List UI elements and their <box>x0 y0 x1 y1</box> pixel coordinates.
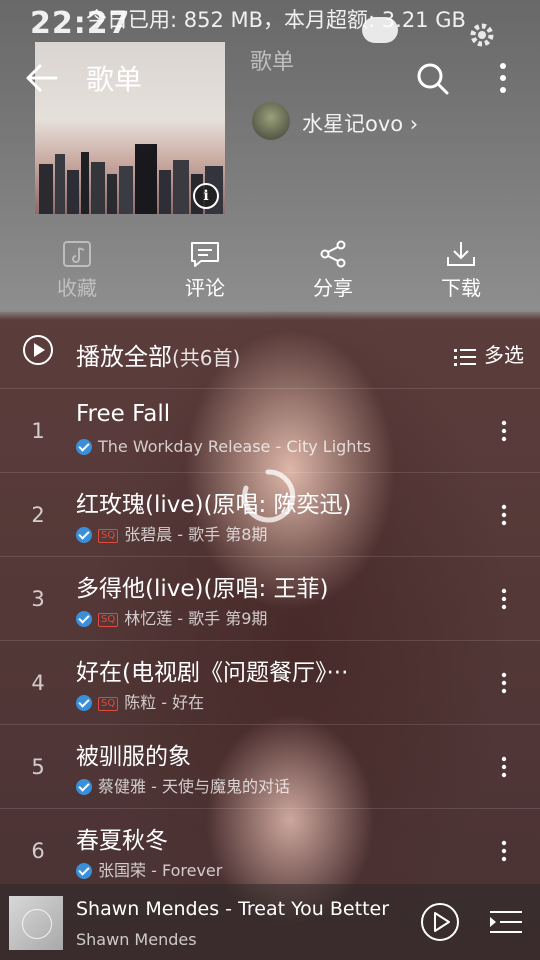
now-playing-title[interactable]: Shawn Mendes - Treat You Better <box>76 898 389 920</box>
downloaded-check-icon <box>76 611 92 627</box>
song-row-6[interactable]: 6 春夏秋冬 张国荣 - Forever <box>0 808 540 892</box>
song-more-icon[interactable] <box>494 755 514 779</box>
play-all-text: 播放全部 <box>76 343 172 371</box>
multi-select-label: 多选 <box>484 343 524 367</box>
song-artist-album: The Workday Release - City Lights <box>98 437 372 456</box>
comment-label: 评论 <box>185 276 225 300</box>
song-artist-album: 林忆莲 - 歌手 第9期 <box>124 609 268 628</box>
song-number: 5 <box>31 755 45 779</box>
more-vertical-icon[interactable] <box>488 60 518 96</box>
share-label: 分享 <box>313 276 353 300</box>
app-bar: 歌单 <box>0 48 540 108</box>
song-more-icon[interactable] <box>494 587 514 611</box>
sq-badge: SQ <box>98 697 119 711</box>
song-list: 1 Free Fall The Workday Release - City L… <box>0 388 540 892</box>
page-title: 歌单 <box>86 63 143 96</box>
song-more-icon[interactable] <box>494 671 514 695</box>
song-artist-album: 张碧晨 - 歌手 第8期 <box>124 525 268 544</box>
song-subtitle: SQ 陈粒 - 好在 <box>76 689 204 713</box>
collect-label: 收藏 <box>57 276 97 300</box>
song-artist-album: 陈粒 - 好在 <box>124 693 205 712</box>
song-title: Free Fall <box>76 401 171 427</box>
loading-spinner-icon <box>242 469 296 523</box>
download-label: 下载 <box>441 276 481 300</box>
info-icon[interactable]: i <box>193 183 219 209</box>
play-button-icon[interactable] <box>420 902 460 942</box>
collect-button[interactable]: 收藏 <box>32 240 122 301</box>
download-button[interactable]: 下载 <box>416 240 506 301</box>
data-usage-text: 今日已用: 852 MB，本月超额: 3.21 GB <box>86 8 466 32</box>
mini-player[interactable]: Shawn Mendes - Treat You Better Shawn Me… <box>0 884 540 960</box>
song-number: 2 <box>31 503 45 527</box>
downloaded-check-icon <box>76 863 92 879</box>
share-button[interactable]: 分享 <box>288 240 378 301</box>
sq-badge: SQ <box>98 613 119 627</box>
sq-badge: SQ <box>98 529 119 543</box>
playlist-queue-icon[interactable] <box>488 906 524 938</box>
comment-icon <box>191 242 219 267</box>
song-number: 4 <box>31 671 45 695</box>
play-all-row[interactable]: 播放全部(共6首) 多选 <box>0 325 540 385</box>
song-title: 春夏秋冬 <box>76 828 168 854</box>
share-icon <box>320 240 346 268</box>
notification-icon <box>362 17 398 43</box>
comment-button[interactable]: 评论 <box>160 240 250 301</box>
download-icon <box>447 242 475 266</box>
search-icon[interactable] <box>414 60 450 96</box>
song-title: 多得他(live)(原唱: 王菲) <box>76 576 329 602</box>
settings-gear-icon <box>470 23 494 47</box>
action-bar: 收藏 评论 分享 下载 <box>0 240 540 304</box>
song-title: 好在(电视剧《问题餐厅》··· <box>76 660 349 686</box>
play-all-label[interactable]: 播放全部(共6首) <box>76 337 240 372</box>
song-more-icon[interactable] <box>494 839 514 863</box>
downloaded-check-icon <box>76 527 92 543</box>
song-title: 被驯服的象 <box>76 744 191 770</box>
song-count: (共6首) <box>172 346 241 370</box>
song-subtitle: 张国荣 - Forever <box>76 857 222 881</box>
song-artist-album: 蔡健雅 - 天使与魔鬼的对话 <box>98 777 290 796</box>
song-row-4[interactable]: 4 好在(电视剧《问题餐厅》··· SQ 陈粒 - 好在 <box>0 640 540 724</box>
song-subtitle: SQ 林忆莲 - 歌手 第9期 <box>76 605 267 629</box>
song-more-icon[interactable] <box>494 503 514 527</box>
song-subtitle: 蔡健雅 - 天使与魔鬼的对话 <box>76 773 290 797</box>
song-number: 6 <box>31 839 45 863</box>
now-playing-artist: Shawn Mendes <box>76 930 197 949</box>
back-arrow-icon[interactable] <box>24 60 60 96</box>
creator-name[interactable]: 水星记ovo › <box>302 108 418 138</box>
multi-select-button[interactable]: 多选 <box>454 339 524 368</box>
status-bar: 22:27 今日已用: 852 MB，本月超额: 3.21 GB <box>0 0 540 47</box>
song-more-icon[interactable] <box>494 419 514 443</box>
downloaded-check-icon <box>76 779 92 795</box>
list-icon <box>454 348 476 366</box>
disc-icon <box>22 909 52 939</box>
downloaded-check-icon <box>76 695 92 711</box>
collect-icon <box>63 241 91 267</box>
play-circle-icon[interactable] <box>22 334 54 366</box>
song-row-3[interactable]: 3 多得他(live)(原唱: 王菲) SQ 林忆莲 - 歌手 第9期 <box>0 556 540 640</box>
song-artist-album: 张国荣 - Forever <box>98 861 223 880</box>
downloaded-check-icon <box>76 439 92 455</box>
song-number: 1 <box>31 419 45 443</box>
album-thumbnail[interactable] <box>9 896 63 950</box>
song-row-5[interactable]: 5 被驯服的象 蔡健雅 - 天使与魔鬼的对话 <box>0 724 540 808</box>
song-subtitle: The Workday Release - City Lights <box>76 437 371 456</box>
song-row-1[interactable]: 1 Free Fall The Workday Release - City L… <box>0 388 540 472</box>
song-title: 红玫瑰(live)(原唱: 陈奕迅) <box>76 492 352 518</box>
song-number: 3 <box>31 587 45 611</box>
